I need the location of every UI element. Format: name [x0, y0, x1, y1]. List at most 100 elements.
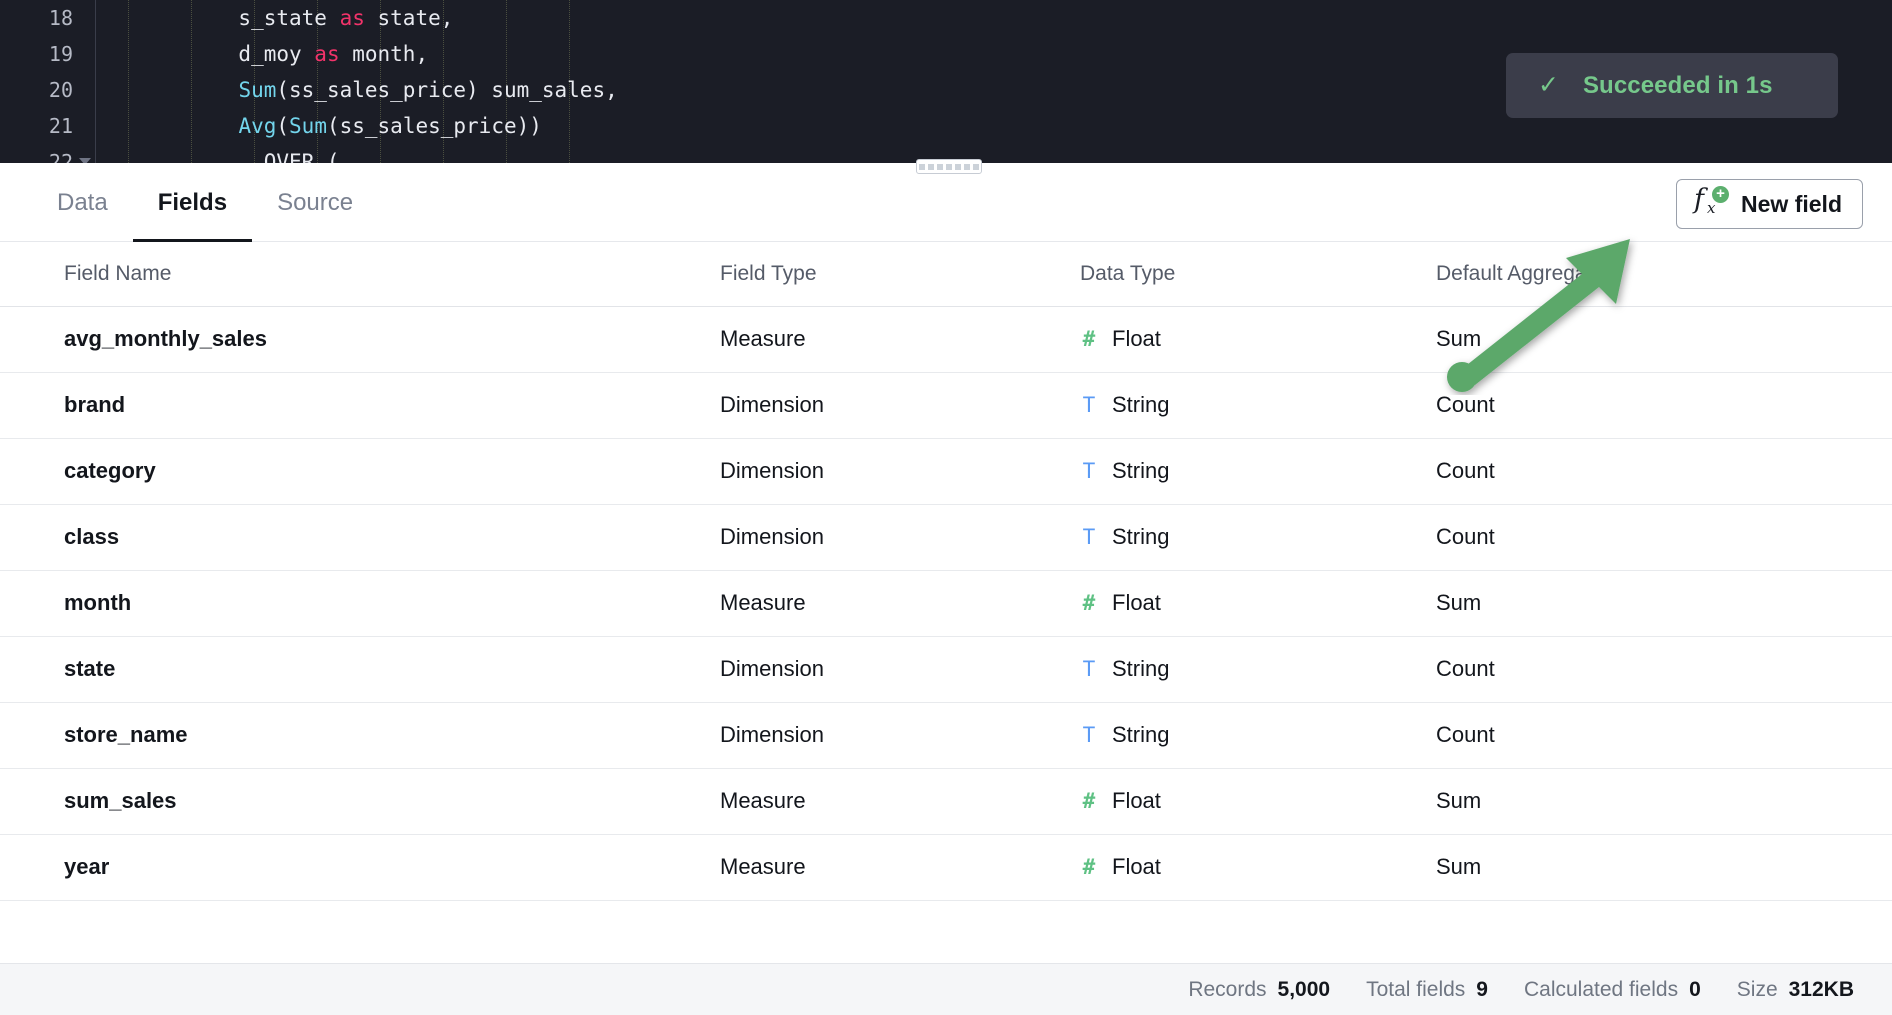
- data-type-label: Float: [1112, 590, 1161, 616]
- cell-data-type[interactable]: #Float: [1080, 306, 1436, 372]
- cell-data-type[interactable]: #Float: [1080, 834, 1436, 900]
- cell-default-aggregation[interactable]: Count: [1436, 636, 1892, 702]
- cell-data-type[interactable]: #Float: [1080, 570, 1436, 636]
- cell-field-name: month: [0, 570, 720, 636]
- cell-default-aggregation[interactable]: Sum: [1436, 834, 1892, 900]
- cell-field-type[interactable]: Measure: [720, 306, 1080, 372]
- cell-default-aggregation[interactable]: Sum: [1436, 768, 1892, 834]
- cell-default-aggregation[interactable]: Count: [1436, 438, 1892, 504]
- column-header-field-name[interactable]: Field Name: [0, 242, 720, 306]
- status-footer: Records5,000Total fields9Calculated fiel…: [0, 963, 1892, 1015]
- data-type-value: #Float: [1080, 590, 1436, 616]
- cell-field-type[interactable]: Dimension: [720, 504, 1080, 570]
- cell-data-type[interactable]: TString: [1080, 438, 1436, 504]
- table-row[interactable]: store_nameDimensionTStringCount: [0, 702, 1892, 768]
- cell-default-aggregation[interactable]: Sum: [1436, 306, 1892, 372]
- cell-field-type[interactable]: Dimension: [720, 438, 1080, 504]
- cell-data-type[interactable]: T String: [1080, 702, 1436, 768]
- data-type-value: #Float: [1080, 788, 1436, 814]
- cell-field-name: state: [0, 636, 720, 702]
- cell-field-name: category: [0, 438, 720, 504]
- column-header-default-agg[interactable]: Default Aggregation: [1436, 242, 1892, 306]
- code-token: [112, 78, 238, 102]
- line-number: 22: [0, 144, 95, 163]
- cell-data-type[interactable]: TString: [1080, 504, 1436, 570]
- stat-total-fields: Total fields9: [1366, 978, 1488, 1002]
- stat-size: Size312KB: [1737, 978, 1854, 1002]
- table-row[interactable]: monthMeasure#FloatSum: [0, 570, 1892, 636]
- cell-field-name: year: [0, 834, 720, 900]
- drag-dash: [937, 164, 943, 170]
- line-number: 20: [0, 72, 95, 108]
- line-number: 18: [0, 0, 95, 36]
- pane-resize-handle[interactable]: [916, 159, 982, 174]
- drag-dash: [919, 164, 925, 170]
- table-row[interactable]: yearMeasure#FloatSum: [0, 834, 1892, 900]
- code-token: as: [314, 42, 339, 66]
- cell-data-type[interactable]: TString: [1080, 372, 1436, 438]
- cell-field-type[interactable]: Dimension: [720, 702, 1080, 768]
- stat-label: Records: [1188, 978, 1266, 1002]
- table-row[interactable]: brandDimensionTStringCount: [0, 372, 1892, 438]
- tab-fields[interactable]: Fields: [133, 163, 252, 242]
- data-type-label: String: [1112, 656, 1169, 682]
- data-type-value: T String: [1080, 722, 1436, 748]
- cell-field-type[interactable]: Measure: [720, 570, 1080, 636]
- line-number: 19: [0, 36, 95, 72]
- data-type-value: TString: [1080, 458, 1436, 484]
- text-icon: T: [1080, 659, 1098, 680]
- table-row[interactable]: avg_monthly_salesMeasure#FloatSum: [0, 306, 1892, 372]
- code-token: state,: [365, 6, 454, 30]
- cell-default-aggregation[interactable]: Count: [1436, 504, 1892, 570]
- new-field-button[interactable]: f x + New field: [1676, 179, 1863, 229]
- code-token: d_moy: [112, 42, 314, 66]
- cell-data-type[interactable]: #Float: [1080, 768, 1436, 834]
- column-header-field-type[interactable]: Field Type: [720, 242, 1080, 306]
- code-token: [112, 114, 238, 138]
- data-type-value: T String: [1080, 656, 1436, 682]
- drag-dash: [964, 164, 970, 170]
- new-field-label: New field: [1741, 191, 1842, 218]
- table-row[interactable]: stateDimensionT String Count: [0, 636, 1892, 702]
- cell-field-type[interactable]: Dimension: [720, 636, 1080, 702]
- cell-default-aggregation[interactable]: Sum: [1436, 570, 1892, 636]
- cell-field-type[interactable]: Measure: [720, 768, 1080, 834]
- cell-default-aggregation[interactable]: Count: [1436, 702, 1892, 768]
- text-icon: T: [1080, 725, 1098, 746]
- cell-field-name: sum_sales: [0, 768, 720, 834]
- cell-default-aggregation[interactable]: Count: [1436, 372, 1892, 438]
- data-type-value: #Float: [1080, 854, 1436, 880]
- query-status-toast: ✓ Succeeded in 1s: [1506, 53, 1838, 118]
- code-token: Sum: [289, 114, 327, 138]
- column-header-data-type[interactable]: Data Type: [1080, 242, 1436, 306]
- stat-value: 312KB: [1789, 978, 1854, 1002]
- hash-icon: #: [1080, 329, 1098, 350]
- drag-dash: [973, 164, 979, 170]
- data-type-label: String: [1112, 524, 1169, 550]
- cell-field-type[interactable]: Measure: [720, 834, 1080, 900]
- drag-dash: [928, 164, 934, 170]
- hash-icon: #: [1080, 791, 1098, 812]
- table-row[interactable]: categoryDimensionTStringCount: [0, 438, 1892, 504]
- code-token: (ss_sales_price) sum_sales,: [276, 78, 617, 102]
- data-type-label: String: [1112, 722, 1169, 748]
- cell-data-type[interactable]: T String: [1080, 636, 1436, 702]
- stat-value: 0: [1689, 978, 1701, 1002]
- fields-table-container[interactable]: Field Name Field Type Data Type Default …: [0, 242, 1892, 963]
- code-token: OVER (: [112, 150, 340, 163]
- code-token: (ss_sales_price)): [327, 114, 542, 138]
- code-token: Avg: [238, 114, 276, 138]
- plus-badge-icon: +: [1712, 186, 1729, 203]
- table-row[interactable]: classDimensionTStringCount: [0, 504, 1892, 570]
- cell-field-name: brand: [0, 372, 720, 438]
- query-status-text: Succeeded in 1s: [1583, 72, 1773, 100]
- text-icon: T: [1080, 395, 1098, 416]
- fields-table-header: Field Name Field Type Data Type Default …: [0, 242, 1892, 306]
- tab-data[interactable]: Data: [27, 163, 133, 242]
- tab-label: Source: [277, 189, 353, 217]
- cell-field-type[interactable]: Dimension: [720, 372, 1080, 438]
- editor-line-number-gutter: 1819202122: [0, 0, 96, 163]
- stat-value: 5,000: [1278, 978, 1331, 1002]
- table-row[interactable]: sum_salesMeasure#FloatSum: [0, 768, 1892, 834]
- tab-source[interactable]: Source: [252, 163, 378, 242]
